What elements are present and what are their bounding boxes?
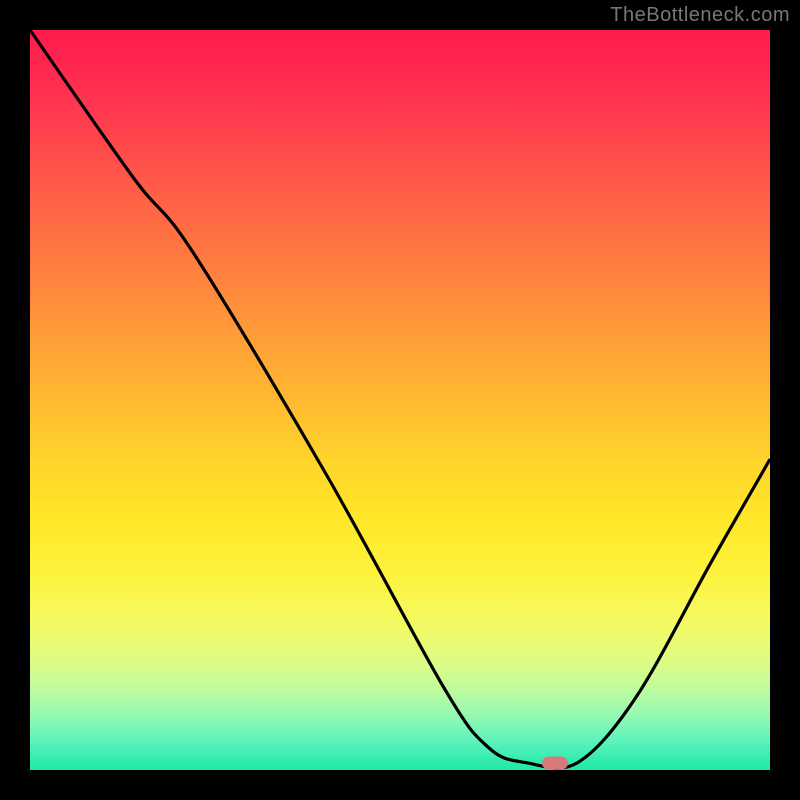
watermark-text: TheBottleneck.com: [610, 4, 790, 27]
curve-path: [30, 30, 770, 768]
optimal-point-marker: [542, 756, 568, 769]
plot-area: [30, 30, 770, 770]
chart-frame: TheBottleneck.com: [0, 0, 800, 800]
bottleneck-curve: [30, 30, 770, 770]
